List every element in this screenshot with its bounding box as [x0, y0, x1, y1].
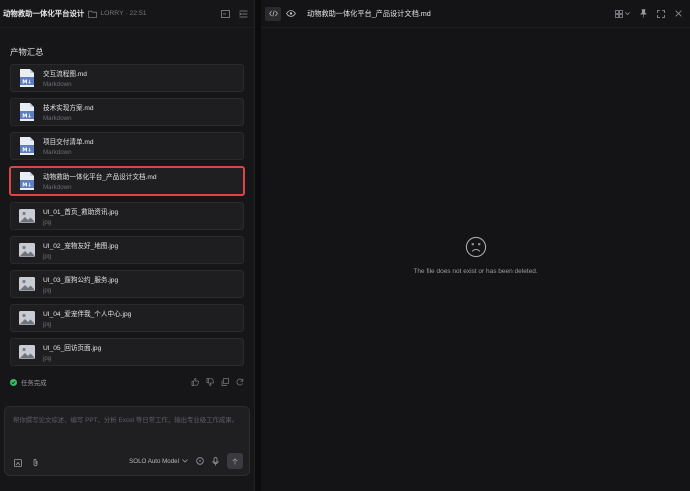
sad-face-icon [465, 236, 486, 258]
thumbs-up-icon[interactable] [191, 378, 199, 386]
project-title: 动物救助一体化平台设计 [3, 9, 85, 18]
attach-image-icon[interactable] [14, 458, 22, 467]
folder-icon[interactable] [88, 9, 98, 19]
image-file-icon [18, 206, 36, 226]
panel-layout-icon[interactable] [220, 9, 230, 19]
task-status-text: 任务完成 [21, 379, 47, 387]
chat-input-box[interactable]: 帮你撰写论文综述、编写 PPT、分析 Excel 等日常工作，输出专业级工作成果… [4, 406, 250, 476]
file-type: jpg [43, 321, 52, 328]
artifact-file-card[interactable]: UI_02_宠物友好_地图.jpg jpg [10, 236, 244, 264]
code-icon [268, 10, 278, 17]
check-icon [10, 378, 17, 386]
document-title: 动物救助一体化平台_产品设计文档.md [307, 8, 431, 18]
svg-text:M↓: M↓ [22, 147, 32, 153]
expand-icon[interactable] [657, 9, 665, 18]
file-type: jpg [43, 253, 52, 260]
chat-input-placeholder[interactable]: 帮你撰写论文综述、编写 PPT、分析 Excel 等日常工作，输出专业级工作成果… [13, 416, 245, 426]
collapse-panel-icon[interactable] [238, 9, 248, 19]
file-name: 技术实现方案.md [43, 105, 94, 112]
artifact-file-card[interactable]: UI_03_遛狗公约_服务.jpg jpg [10, 270, 244, 298]
file-type: Markdown [43, 81, 72, 88]
file-name: UI_01_首页_救助资讯.jpg [43, 209, 119, 216]
image-file-icon [18, 308, 36, 328]
file-type: jpg [43, 287, 52, 294]
preview-toggle[interactable] [283, 7, 299, 21]
left-panel: 动物救助一体化平台设计 LORRY · 22:51 产物汇总 M↓ 交互流程图.… [0, 0, 255, 491]
file-name: UI_02_宠物友好_地图.jpg [43, 243, 119, 250]
file-name: UI_05_回访页面.jpg [43, 345, 102, 352]
svg-text:M↓: M↓ [22, 79, 32, 85]
code-view-toggle[interactable] [265, 6, 281, 21]
markdown-file-icon: M↓ [18, 102, 36, 122]
artifact-file-card[interactable]: UI_04_爱宠伴我_个人中心.jpg jpg [10, 304, 244, 332]
copy-icon[interactable] [221, 378, 229, 386]
model-selector[interactable]: SOLO Auto Model [129, 458, 188, 465]
markdown-file-icon: M↓ [18, 171, 36, 191]
artifact-file-card[interactable]: M↓ 技术实现方案.md Markdown [10, 98, 244, 126]
file-name: 动物救助一体化平台_产品设计文档.md [43, 174, 157, 181]
eye-icon [286, 10, 296, 17]
pin-icon[interactable] [640, 9, 647, 18]
file-type: jpg [43, 355, 52, 362]
left-header: 动物救助一体化平台设计 LORRY · 22:51 [0, 0, 254, 28]
file-type: Markdown [43, 115, 72, 122]
close-icon[interactable] [675, 10, 682, 17]
artifact-file-list: M↓ 交互流程图.md Markdown M↓ 技术实现方案.md Markdo… [9, 64, 245, 372]
image-file-icon [18, 342, 36, 362]
artifact-file-card[interactable]: M↓ 项目交付清单.md Markdown [10, 132, 244, 160]
project-meta: LORRY · 22:51 [100, 10, 147, 17]
layout-grid-icon[interactable] [615, 9, 630, 18]
artifact-file-card[interactable]: UI_05_回访页面.jpg jpg [10, 338, 244, 366]
svg-text:M↓: M↓ [22, 113, 32, 119]
file-type: Markdown [43, 184, 72, 191]
image-file-icon [18, 274, 36, 294]
file-name: 交互流程图.md [43, 71, 87, 78]
empty-state-message: The file does not exist or has been dele… [413, 268, 538, 275]
preview-header: 动物救助一体化平台_产品设计文档.md [261, 0, 690, 28]
svg-text:M↓: M↓ [22, 182, 32, 188]
artifact-file-card[interactable]: UI_01_首页_救助资讯.jpg jpg [10, 202, 244, 230]
markdown-file-icon: M↓ [18, 136, 36, 156]
file-type: jpg [43, 219, 52, 226]
chevron-down-icon [182, 459, 188, 463]
artifact-file-card[interactable]: M↓ 交互流程图.md Markdown [10, 64, 244, 92]
artifact-file-card[interactable]: M↓ 动物救助一体化平台_产品设计文档.md Markdown [9, 166, 245, 196]
microphone-icon[interactable] [212, 456, 219, 466]
file-name: UI_04_爱宠伴我_个人中心.jpg [43, 311, 132, 318]
refresh-icon[interactable] [236, 378, 244, 386]
chat-bubble-icon[interactable] [196, 457, 204, 465]
send-button[interactable] [227, 453, 243, 469]
task-status-row: 任务完成 [10, 376, 244, 388]
file-name: 项目交付清单.md [43, 139, 94, 146]
file-name: UI_03_遛狗公约_服务.jpg [43, 277, 119, 284]
arrow-up-icon [232, 457, 238, 464]
preview-panel: 动物救助一体化平台_产品设计文档.md The file does not ex… [261, 0, 690, 491]
file-type: Markdown [43, 149, 72, 156]
artifacts-section-title: 产物汇总 [10, 47, 44, 57]
empty-state: The file does not exist or has been dele… [261, 236, 690, 275]
markdown-file-icon: M↓ [18, 68, 36, 88]
paperclip-icon[interactable] [32, 458, 39, 467]
thumbs-down-icon[interactable] [206, 378, 214, 386]
model-selector-label: SOLO Auto Model [129, 457, 179, 465]
image-file-icon [18, 240, 36, 260]
